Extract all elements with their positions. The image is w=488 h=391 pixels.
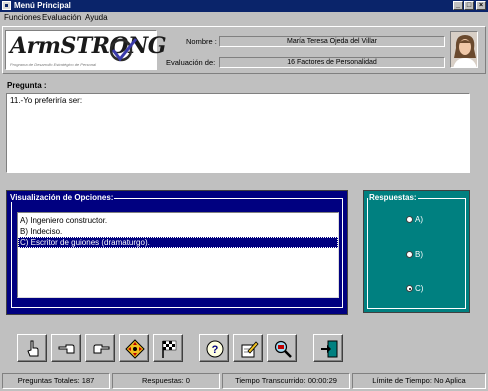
question-textbox[interactable]: 11.-Yo preferiría ser:	[6, 93, 470, 173]
radio-b[interactable]: B)	[406, 250, 423, 260]
status-tiempo-transcurrido: Tiempo Transcurrido: 00:00:29	[222, 373, 350, 389]
status-limite-tiempo: Límite de Tiempo: No Aplica	[352, 373, 486, 389]
menu-funciones[interactable]: Funciones	[4, 13, 41, 23]
status-preguntas-totales: Preguntas Totales: 187	[2, 373, 110, 389]
app-icon[interactable]	[2, 1, 11, 10]
evaluacion-label: Evaluación de:	[166, 58, 216, 67]
nombre-label: Nombre :	[186, 37, 217, 46]
help-button[interactable]: ?	[199, 334, 229, 362]
toolbar: ?	[0, 334, 488, 366]
magnifier-icon	[274, 340, 292, 358]
pregunta-label: Pregunta :	[7, 81, 47, 90]
logo-tagline: Programa de Desarrollo Estratégico de Pe…	[10, 62, 97, 67]
respuestas-title: Respuestas:	[368, 193, 418, 202]
window-title: Menú Principal	[14, 1, 71, 10]
exit-button[interactable]	[313, 334, 343, 362]
minimize-button[interactable]: _	[453, 1, 463, 10]
checkered-flag-icon	[162, 340, 177, 358]
option-b[interactable]: B) Indeciso.	[18, 226, 338, 237]
checkered-flag-button[interactable]	[153, 334, 183, 362]
pointing-up-hand-button[interactable]	[17, 334, 47, 362]
exit-door-icon	[321, 340, 338, 358]
evaluacion-field: 16 Factores de Personalidad	[219, 57, 445, 68]
directional-pad-icon	[125, 339, 145, 359]
pointing-left-hand-icon	[58, 344, 75, 354]
radio-a[interactable]: A)	[406, 215, 423, 225]
status-bar: Preguntas Totales: 187 Respuestas: 0 Tie…	[0, 371, 488, 391]
logo-wordmark: ArmSTRONG	[10, 33, 167, 59]
close-button[interactable]: ×	[476, 1, 486, 10]
nombre-field: María Teresa Ojeda del Villar	[219, 36, 445, 47]
pointing-up-hand-icon	[27, 340, 39, 357]
opciones-listbox[interactable]: A) Ingeniero constructor. B) Indeciso. C…	[17, 212, 339, 298]
radio-b-label: B)	[415, 250, 423, 259]
radio-a-label: A)	[415, 215, 423, 224]
directional-pad-button[interactable]	[119, 334, 149, 362]
pointing-right-hand-button[interactable]	[85, 334, 115, 362]
opciones-title: Visualización de Opciones:	[9, 193, 115, 202]
option-a[interactable]: A) Ingeniero constructor.	[18, 215, 338, 226]
menu-ayuda[interactable]: Ayuda	[85, 13, 108, 23]
maximize-button[interactable]: □	[464, 1, 474, 10]
menu-bar: Funciones Evaluación Ayuda	[0, 12, 488, 24]
menu-evaluacion[interactable]: Evaluación	[42, 13, 81, 23]
radio-c-circle[interactable]	[406, 285, 413, 292]
user-photo-icon	[451, 32, 477, 67]
radio-c[interactable]: C)	[406, 284, 423, 294]
svg-text:?: ?	[212, 344, 219, 356]
armstrong-logo: ArmSTRONG Programa de Desarrollo Estraté…	[5, 30, 167, 70]
status-respuestas: Respuestas: 0	[112, 373, 220, 389]
title-bar: Menú Principal _ □ ×	[0, 0, 488, 12]
edit-document-icon	[241, 341, 259, 358]
pointing-right-hand-icon	[93, 344, 110, 354]
radio-a-circle[interactable]	[406, 216, 413, 223]
avatar	[450, 31, 478, 68]
help-icon: ?	[206, 340, 224, 358]
radio-b-circle[interactable]	[406, 251, 413, 258]
option-c[interactable]: C) Escritor de guiones (dramaturgo).	[18, 237, 338, 248]
magnifier-button[interactable]	[267, 334, 297, 362]
checkmark-icon	[109, 38, 137, 62]
question-text: 11.-Yo preferiría ser:	[10, 96, 83, 105]
edit-document-button[interactable]	[233, 334, 263, 362]
pointing-left-hand-button[interactable]	[51, 334, 81, 362]
radio-c-label: C)	[415, 284, 424, 293]
